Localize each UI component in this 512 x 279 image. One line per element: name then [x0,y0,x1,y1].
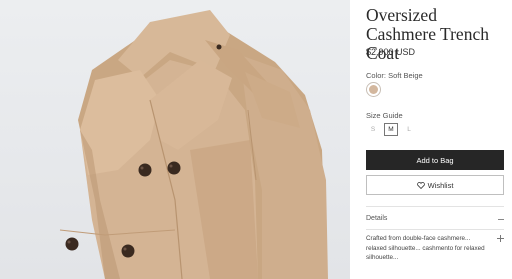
product-page: Oversized Cashmere Trench Coat $2,900 US… [0,0,512,279]
color-label: Color: Soft Beige [366,71,423,80]
swatch-fill [369,85,378,94]
minus-icon[interactable] [498,219,504,220]
size-option-s[interactable]: S [366,123,380,136]
wishlist-label: Wishlist [427,180,454,190]
details-description: Crafted from double-face cashmere... rel… [366,235,485,261]
product-image[interactable] [0,0,350,279]
size-option-l[interactable]: L [402,123,416,136]
divider [366,206,504,207]
heart-icon [416,181,425,189]
wishlist-button[interactable]: Wishlist [366,175,504,195]
color-swatch-soft-beige[interactable] [366,82,381,97]
divider [366,229,504,230]
product-price: $2,900 USD [366,47,416,57]
details-description-row: Crafted from double-face cashmere... rel… [366,234,504,263]
details-label: Details [366,215,388,222]
details-accordion-header[interactable]: Details [366,213,504,225]
add-to-bag-button[interactable]: Add to Bag [366,150,504,170]
size-selector: S M L [366,123,416,136]
plus-icon[interactable] [497,235,504,242]
size-guide-link[interactable]: Size Guide [366,111,403,120]
size-option-m[interactable]: M [384,123,398,136]
coat-illustration [59,10,328,279]
product-details-panel: Oversized Cashmere Trench Coat $2,900 US… [366,0,504,279]
